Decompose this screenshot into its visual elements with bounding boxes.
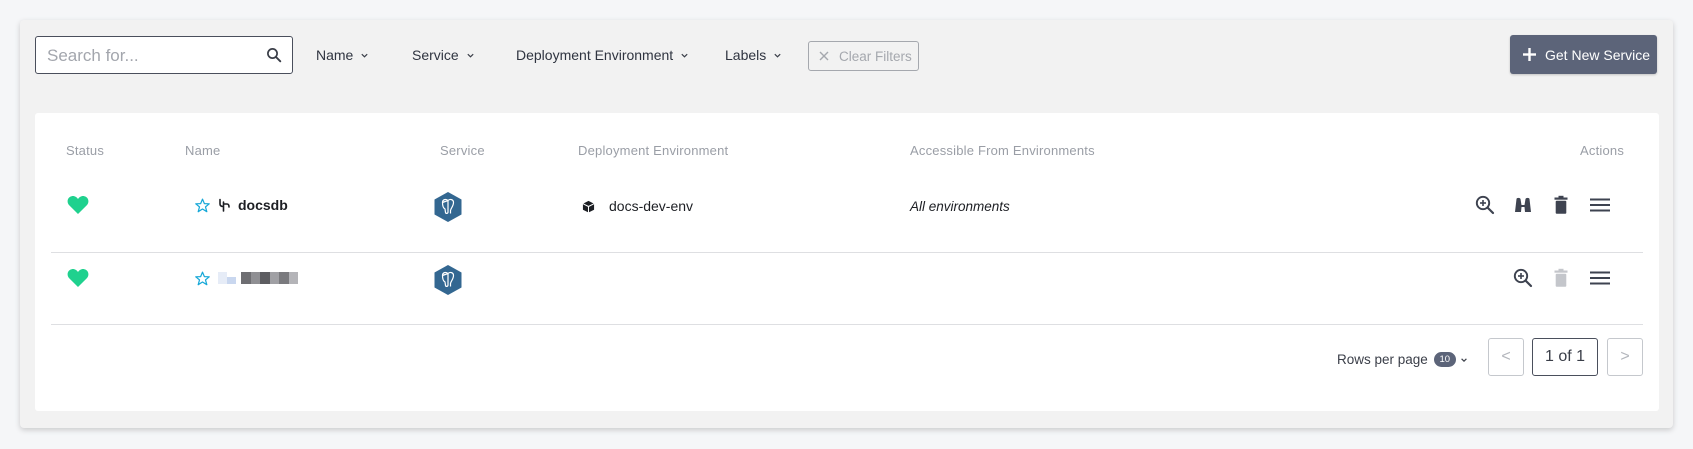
previous-page-button[interactable]: <	[1488, 338, 1524, 376]
filter-service-label: Service	[412, 47, 459, 63]
chevron-down-icon	[1460, 357, 1467, 362]
chevron-down-icon	[774, 53, 781, 58]
rows-per-page-value: 10	[1433, 352, 1456, 367]
service-name[interactable]: docsdb	[238, 197, 288, 213]
postgresql-icon	[434, 192, 462, 222]
box-icon	[582, 200, 595, 213]
rows-per-page-selector[interactable]: Rows per page 10	[1337, 352, 1468, 367]
heart-icon	[67, 269, 89, 287]
redacted-name	[218, 272, 298, 284]
filter-name-label: Name	[316, 47, 354, 63]
cactus-icon	[219, 198, 230, 212]
rows-per-page-label: Rows per page	[1337, 352, 1428, 367]
filter-labels-label: Labels	[725, 47, 767, 63]
chevron-down-icon	[681, 53, 688, 58]
page-indicator: 1 of 1	[1532, 338, 1598, 376]
clear-filters-button[interactable]: Clear Filters	[808, 41, 919, 71]
filter-deployment-environment-label: Deployment Environment	[516, 47, 674, 63]
row-divider	[51, 324, 1643, 325]
row-divider	[51, 252, 1643, 253]
menu-icon[interactable]	[1588, 194, 1612, 216]
search-input[interactable]	[47, 45, 257, 67]
filter-service-dropdown[interactable]: Service	[412, 45, 475, 65]
column-header-service: Service	[440, 143, 485, 158]
services-panel: Name Service Deployment Environment Labe…	[20, 20, 1673, 428]
chevron-down-icon	[467, 53, 474, 58]
plus-icon	[1523, 48, 1536, 61]
menu-icon[interactable]	[1588, 267, 1612, 289]
column-header-actions: Actions	[1580, 143, 1625, 158]
filter-labels-dropdown[interactable]: Labels	[725, 45, 782, 65]
accessible-from-value: All environments	[910, 198, 1010, 214]
get-new-service-button[interactable]: Get New Service	[1510, 35, 1657, 74]
column-header-deployment-environment: Deployment Environment	[578, 143, 729, 158]
filter-deployment-environment-dropdown[interactable]: Deployment Environment	[516, 45, 689, 65]
trash-icon-disabled	[1554, 268, 1568, 287]
heart-icon	[67, 196, 89, 214]
column-header-accessible-from-environments: Accessible From Environments	[910, 143, 1095, 158]
search-icon[interactable]	[266, 47, 282, 63]
star-icon[interactable]	[195, 271, 210, 286]
close-icon	[819, 51, 829, 61]
deployment-environment-value[interactable]: docs-dev-env	[609, 198, 693, 214]
zoom-in-icon[interactable]	[1512, 267, 1534, 289]
search-box[interactable]	[35, 36, 293, 74]
zoom-in-icon[interactable]	[1474, 194, 1496, 216]
binoculars-icon[interactable]	[1512, 194, 1534, 216]
services-table: Status Name Service Deployment Environme…	[35, 113, 1659, 411]
column-header-status: Status	[66, 143, 105, 158]
postgresql-icon	[434, 265, 462, 295]
star-icon[interactable]	[195, 198, 210, 213]
filter-name-dropdown[interactable]: Name	[316, 45, 369, 65]
trash-icon[interactable]	[1550, 194, 1572, 216]
get-new-service-label: Get New Service	[1545, 46, 1651, 63]
clear-filters-label: Clear Filters	[839, 48, 912, 64]
column-header-name: Name	[185, 143, 221, 158]
chevron-down-icon	[361, 53, 368, 58]
next-page-button[interactable]: >	[1607, 338, 1643, 376]
